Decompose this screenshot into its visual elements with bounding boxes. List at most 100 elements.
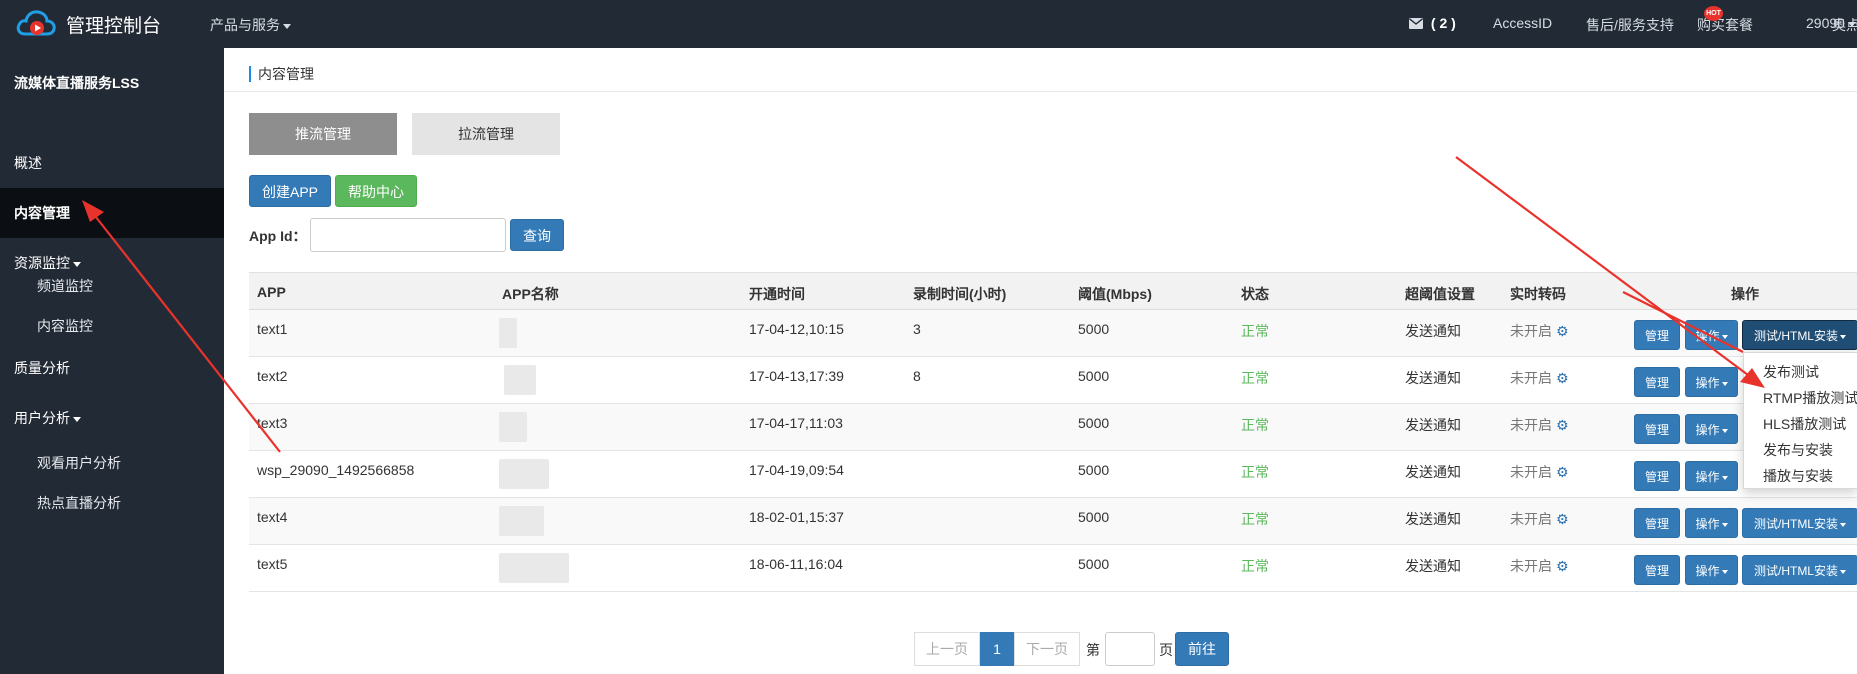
status-cell: 正常 xyxy=(1241,323,1269,339)
menu-item-publish-install[interactable]: 发布与安装 xyxy=(1763,440,1833,460)
threshold-cell: 5000 xyxy=(1078,415,1110,431)
manage-button[interactable]: 管理 xyxy=(1634,461,1680,491)
manage-button[interactable]: 管理 xyxy=(1634,320,1680,350)
sidebar-item-hot-live-analysis[interactable]: 热点直播分析 xyxy=(37,493,121,513)
transcode-state: 未开启 xyxy=(1510,511,1552,527)
status-cell: 正常 xyxy=(1241,417,1269,433)
tab-push-stream[interactable]: 推流管理 xyxy=(249,113,397,155)
operate-dropdown-button[interactable]: 操作 xyxy=(1685,461,1738,491)
test-install-dropdown-button[interactable]: 测试/HTML安装 xyxy=(1742,320,1857,350)
page-1-button[interactable]: 1 xyxy=(980,632,1014,666)
operate-dropdown-button[interactable]: 操作 xyxy=(1685,367,1738,397)
sidebar: 流媒体直播服务LSS 概述 内容管理 资源监控 频道监控 内容监控 质量分析 用… xyxy=(0,48,224,674)
gear-icon[interactable]: ⚙ xyxy=(1556,370,1569,387)
menu-item-hls-play-test[interactable]: HLS播放测试 xyxy=(1763,414,1846,434)
transcode-cell: 未开启 ⚙ xyxy=(1510,368,1569,388)
sidebar-item-user-analysis[interactable]: 用户分析 xyxy=(0,393,224,443)
header-divider xyxy=(224,91,1857,92)
app-cell: text1 xyxy=(257,321,288,337)
operate-label: 操作 xyxy=(1695,376,1720,390)
sidebar-item-content-monitoring[interactable]: 内容监控 xyxy=(37,316,93,336)
menu-item-play-install[interactable]: 播放与安装 xyxy=(1763,466,1833,486)
chevron-down-icon xyxy=(1840,334,1846,339)
over-threshold-cell: 发送通知 xyxy=(1405,417,1461,433)
access-id-link[interactable]: AccessID xyxy=(1493,15,1552,31)
test-install-dropdown-button[interactable]: 测试/HTML安装 xyxy=(1742,555,1857,585)
chevron-down-icon xyxy=(73,261,81,267)
test-install-dropdown-menu: 发布测试 RTMP播放测试 HLS播放测试 发布与安装 播放与安装 xyxy=(1743,352,1857,489)
operate-dropdown-button[interactable]: 操作 xyxy=(1685,414,1738,444)
column-header-transcode: 实时转码 xyxy=(1510,286,1566,302)
operate-dropdown-button[interactable]: 操作 xyxy=(1685,508,1738,538)
operate-label: 操作 xyxy=(1695,329,1720,343)
over-threshold-cell: 发送通知 xyxy=(1405,370,1461,386)
sidebar-item-overview[interactable]: 概述 xyxy=(0,138,224,188)
operate-label: 操作 xyxy=(1695,564,1720,578)
sidebar-item-content-management[interactable]: 内容管理 xyxy=(0,188,224,238)
operate-label: 操作 xyxy=(1695,470,1720,484)
cut-off-menu-item[interactable]: 奥点 xyxy=(1832,15,1857,35)
gear-icon[interactable]: ⚙ xyxy=(1556,323,1569,340)
over-threshold-cell: 发送通知 xyxy=(1405,464,1461,480)
envelope-icon xyxy=(1409,18,1423,29)
console-brand[interactable]: 管理控制台 xyxy=(66,11,161,38)
chevron-down-icon xyxy=(1721,475,1728,480)
manage-button[interactable]: 管理 xyxy=(1634,508,1680,538)
menu-item-publish-test[interactable]: 发布测试 xyxy=(1763,362,1819,382)
gear-icon[interactable]: ⚙ xyxy=(1556,558,1569,575)
create-app-button[interactable]: 创建APP xyxy=(249,175,331,207)
gear-icon[interactable]: ⚙ xyxy=(1556,511,1569,528)
column-header-open-time: 开通时间 xyxy=(749,286,805,302)
chevron-down-icon xyxy=(1721,428,1728,433)
operate-dropdown-button[interactable]: 操作 xyxy=(1685,320,1738,350)
app-cell: wsp_29090_1492566858 xyxy=(257,462,415,478)
chevron-down-icon xyxy=(1721,381,1728,386)
transcode-state: 未开启 xyxy=(1510,464,1552,480)
status-cell: 正常 xyxy=(1241,558,1269,574)
cloud-play-logo-icon[interactable] xyxy=(16,6,58,42)
app-cell: text3 xyxy=(257,415,288,431)
goto-page-input[interactable] xyxy=(1105,632,1155,666)
support-link[interactable]: 售后/服务支持 xyxy=(1586,15,1674,35)
sidebar-item-label: 用户分析 xyxy=(14,410,70,426)
transcode-cell: 未开启 ⚙ xyxy=(1510,321,1569,341)
transcode-state: 未开启 xyxy=(1510,558,1552,574)
go-button[interactable]: 前往 xyxy=(1175,632,1229,666)
test-install-label: 测试/HTML安装 xyxy=(1753,517,1838,531)
sidebar-item-viewer-analysis[interactable]: 观看用户分析 xyxy=(37,453,121,473)
column-header-record-hours: 录制时间(小时) xyxy=(913,286,1007,302)
menu-item-rtmp-play-test[interactable]: RTMP播放测试 xyxy=(1763,388,1857,408)
messages-button[interactable]: ( 2 ) xyxy=(1409,15,1456,31)
query-button[interactable]: 查询 xyxy=(510,219,564,251)
products-menu[interactable]: 产品与服务 xyxy=(210,15,291,35)
sidebar-item-resource-monitoring[interactable]: 资源监控 xyxy=(0,238,224,288)
transcode-state: 未开启 xyxy=(1510,370,1552,386)
app-cell: text2 xyxy=(257,368,288,384)
table-row: text1 17-04-12,10:15 3 5000 正常 发送通知 未开启 ⚙… xyxy=(249,310,1857,357)
gear-icon[interactable]: ⚙ xyxy=(1556,464,1569,481)
next-page-button[interactable]: 下一页 xyxy=(1014,632,1080,666)
threshold-cell: 5000 xyxy=(1078,462,1110,478)
manage-button[interactable]: 管理 xyxy=(1634,414,1680,444)
test-install-label: 测试/HTML安装 xyxy=(1753,564,1838,578)
manage-button[interactable]: 管理 xyxy=(1634,555,1680,585)
appid-input[interactable] xyxy=(310,218,506,252)
table-row: text5 18-06-11,16:04 5000 正常 发送通知 未开启 ⚙ 管… xyxy=(249,545,1857,592)
manage-button[interactable]: 管理 xyxy=(1634,367,1680,397)
gear-icon[interactable]: ⚙ xyxy=(1556,417,1569,434)
status-cell: 正常 xyxy=(1241,511,1269,527)
transcode-state: 未开启 xyxy=(1510,323,1552,339)
transcode-cell: 未开启 ⚙ xyxy=(1510,462,1569,482)
sidebar-item-channel-monitoring[interactable]: 频道监控 xyxy=(37,276,93,296)
chevron-down-icon xyxy=(1721,522,1728,527)
help-center-button[interactable]: 帮助中心 xyxy=(335,175,417,207)
column-header-app-name: APP名称 xyxy=(502,286,559,302)
test-install-dropdown-button[interactable]: 测试/HTML安装 xyxy=(1742,508,1857,538)
prev-page-button[interactable]: 上一页 xyxy=(914,632,980,666)
chevron-down-icon xyxy=(1840,522,1846,527)
operate-dropdown-button[interactable]: 操作 xyxy=(1685,555,1738,585)
sidebar-item-quality-analysis[interactable]: 质量分析 xyxy=(0,343,224,393)
tab-pull-stream[interactable]: 拉流管理 xyxy=(412,113,560,155)
hot-badge: HOT xyxy=(1704,6,1723,21)
app-cell: text5 xyxy=(257,556,288,572)
